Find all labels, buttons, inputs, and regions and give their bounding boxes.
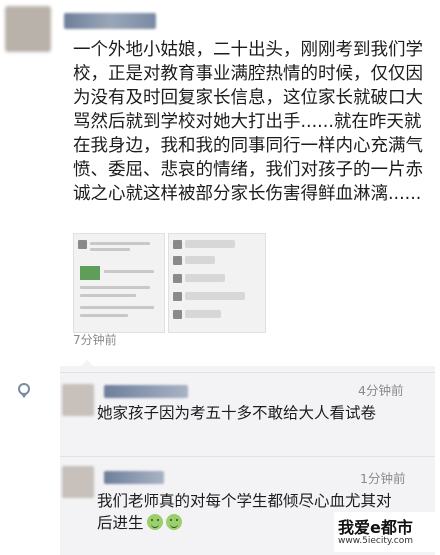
comment-time-2: 1分钟前 [360, 471, 406, 486]
smiley-emoji-icon [146, 514, 163, 530]
smiley-emoji-icon [165, 514, 182, 530]
comment-time-1: 4分钟前 [358, 383, 404, 398]
comments-divider [60, 456, 435, 457]
comment-text-1: 她家孩子因为考五十多不敢给大人看试卷 [97, 404, 377, 422]
watermark-title: 我爱e都市 [338, 518, 413, 537]
comment-icon [18, 383, 30, 398]
commenter-avatar-2[interactable] [62, 466, 94, 498]
post-timestamp: 7分钟前 [73, 333, 117, 347]
commenter-name-2[interactable] [104, 471, 164, 484]
commenter-avatar-1[interactable] [62, 384, 94, 416]
post-text: 一个外地小姑娘，二十出头，刚刚考到我们学校，正是对教育事业满腔热情的时候，仅仅因… [73, 40, 423, 204]
poster-username[interactable] [64, 13, 156, 29]
watermark-url: www.5iecity.com [338, 536, 413, 546]
post-image-2[interactable] [168, 233, 266, 333]
commenter-name-1[interactable] [104, 385, 188, 398]
comments-top-divider [60, 372, 435, 373]
poster-avatar[interactable] [5, 6, 51, 52]
post-image-1[interactable] [73, 233, 165, 333]
